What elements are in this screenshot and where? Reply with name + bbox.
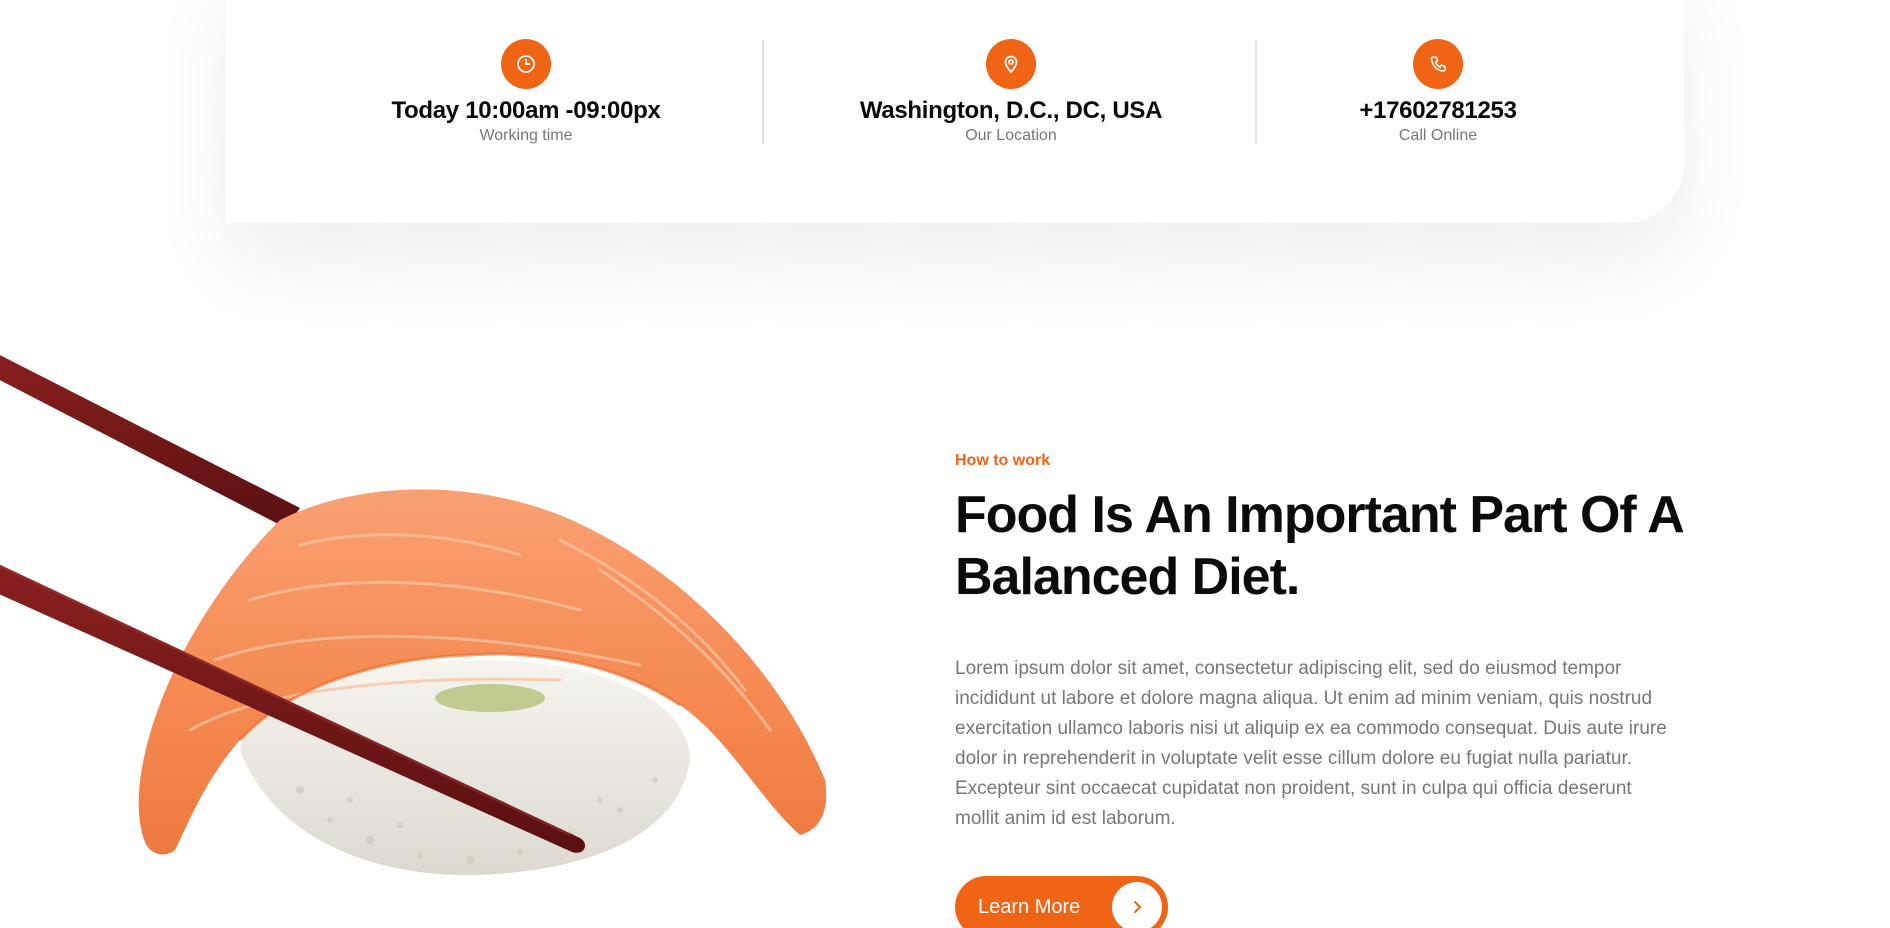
info-item-phone: +17602781253 Call Online [1228, 0, 1648, 145]
info-bar: Today 10:00am -09:00px Working time Wash… [226, 0, 1684, 223]
info-item-working-time: Today 10:00am -09:00px Working time [316, 0, 736, 145]
working-time-caption: Working time [479, 127, 573, 144]
phone-value[interactable]: +17602781253 [1228, 97, 1648, 125]
phone-icon [1413, 39, 1463, 89]
location-caption: Our Location [965, 127, 1057, 144]
section-eyebrow: How to work [955, 452, 1051, 469]
working-time-value: Today 10:00am -09:00px [391, 97, 661, 124]
section-headline: Food Is An Important Part Of A Balanced … [955, 486, 1683, 606]
info-item-location: Washington, D.C., DC, USA Our Location [801, 0, 1221, 145]
learn-more-button[interactable]: Learn More [955, 876, 1168, 928]
phone-caption: Call Online [1398, 127, 1478, 144]
location-pin-icon [986, 39, 1036, 89]
clock-icon [501, 39, 551, 89]
chevron-right-icon [1112, 882, 1162, 928]
sushi-image [0, 355, 827, 876]
learn-more-label: Learn More [978, 895, 1081, 918]
page: Today 10:00am -09:00px Working time Wash… [0, 0, 1890, 928]
about-section: How to work Food Is An Important Part Of… [955, 452, 1695, 928]
info-divider [762, 40, 764, 144]
section-body-text: Lorem ipsum dolor sit amet, consectetur … [955, 658, 1667, 829]
location-value: Washington, D.C., DC, USA [859, 97, 1163, 124]
